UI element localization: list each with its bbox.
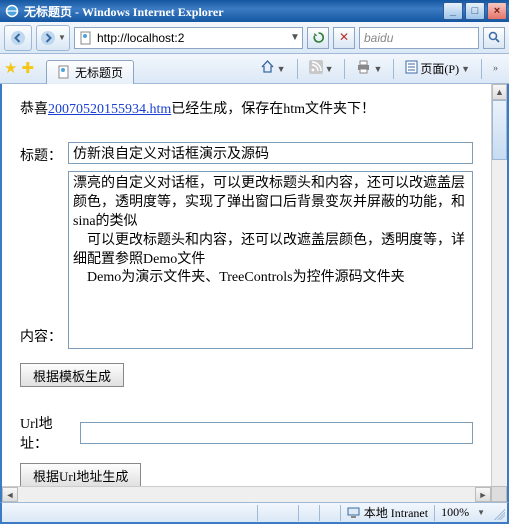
tools-chevron[interactable]: » xyxy=(486,58,505,80)
feeds-button[interactable]: ▼ xyxy=(302,58,341,80)
scroll-track-h[interactable] xyxy=(18,487,475,502)
address-url: http://localhost:2 xyxy=(97,31,288,45)
content-label: 内容： xyxy=(20,323,68,349)
tab-untitled[interactable]: 无标题页 xyxy=(46,60,134,84)
search-button[interactable] xyxy=(483,27,505,49)
zoom-level[interactable]: 100%▼ xyxy=(435,505,491,520)
security-zone: 本地 Intranet xyxy=(341,504,434,521)
generate-by-template-button[interactable]: 根据模板生成 xyxy=(20,363,124,387)
favorites-star-icon[interactable]: ★ xyxy=(4,59,17,78)
url-label: Url地址： xyxy=(20,413,80,453)
scroll-left-button[interactable]: ◄ xyxy=(2,487,18,502)
address-bar[interactable]: http://localhost:2 ▼ xyxy=(74,27,303,49)
close-button[interactable]: × xyxy=(487,2,507,20)
url-input[interactable] xyxy=(80,422,473,444)
forward-button[interactable]: ▼ xyxy=(36,25,70,51)
horizontal-scrollbar[interactable]: ◄ ► xyxy=(2,486,491,502)
address-dropdown[interactable]: ▼ xyxy=(288,32,302,43)
home-icon xyxy=(260,59,275,78)
page-icon xyxy=(78,30,94,46)
separator xyxy=(481,59,482,79)
content-textarea[interactable] xyxy=(68,171,473,349)
back-button[interactable] xyxy=(4,25,32,51)
home-button[interactable]: ▼ xyxy=(253,58,293,80)
scroll-up-button[interactable]: ▲ xyxy=(492,84,507,100)
resize-grip[interactable] xyxy=(491,506,505,520)
navigation-toolbar: ▼ http://localhost:2 ▼ ✕ baidu xyxy=(0,22,509,54)
page-menu-label: 页面(P) xyxy=(420,60,459,77)
computer-icon xyxy=(347,506,360,519)
minimize-button[interactable]: _ xyxy=(443,2,463,20)
title-input[interactable] xyxy=(68,142,473,164)
separator xyxy=(393,59,394,79)
separator xyxy=(297,59,298,79)
scroll-right-button[interactable]: ► xyxy=(475,487,491,502)
content-area: 恭喜20070520155934.htm已经生成，保存在htm文件夹下！ 标题：… xyxy=(0,84,509,502)
title-label: 标题： xyxy=(20,142,68,165)
stop-button[interactable]: ✕ xyxy=(333,27,355,49)
generated-file-link[interactable]: 20070520155934.htm xyxy=(48,102,171,117)
vertical-scrollbar[interactable]: ▲ ▼ xyxy=(491,84,507,502)
window-title: 无标题页 - Windows Internet Explorer xyxy=(24,3,443,20)
page-menu-icon xyxy=(405,60,418,78)
maximize-button[interactable]: □ xyxy=(465,2,485,20)
tab-toolbar: ★ ✚ 无标题页 ▼ ▼ ▼ 页面(P)▼ » xyxy=(0,54,509,84)
rss-icon xyxy=(309,60,323,78)
print-icon xyxy=(356,60,371,78)
tab-label: 无标题页 xyxy=(75,64,123,81)
scroll-track[interactable] xyxy=(492,160,507,486)
print-button[interactable]: ▼ xyxy=(349,58,389,80)
status-bar: 本地 Intranet 100%▼ xyxy=(0,502,509,524)
ie-icon xyxy=(4,3,20,19)
search-box[interactable]: baidu xyxy=(359,27,479,49)
separator xyxy=(344,59,345,79)
scroll-thumb[interactable] xyxy=(492,100,507,160)
generate-by-url-button[interactable]: 根据Url地址生成 xyxy=(20,463,141,487)
generated-message: 恭喜20070520155934.htm已经生成，保存在htm文件夹下！ xyxy=(20,98,473,118)
page-menu-button[interactable]: 页面(P)▼ xyxy=(398,58,477,80)
window-titlebar: 无标题页 - Windows Internet Explorer _ □ × xyxy=(0,0,509,22)
add-favorites-icon[interactable]: ✚ xyxy=(21,59,34,78)
scrollbar-corner xyxy=(491,486,507,502)
refresh-button[interactable] xyxy=(307,27,329,49)
page-icon xyxy=(57,65,71,79)
